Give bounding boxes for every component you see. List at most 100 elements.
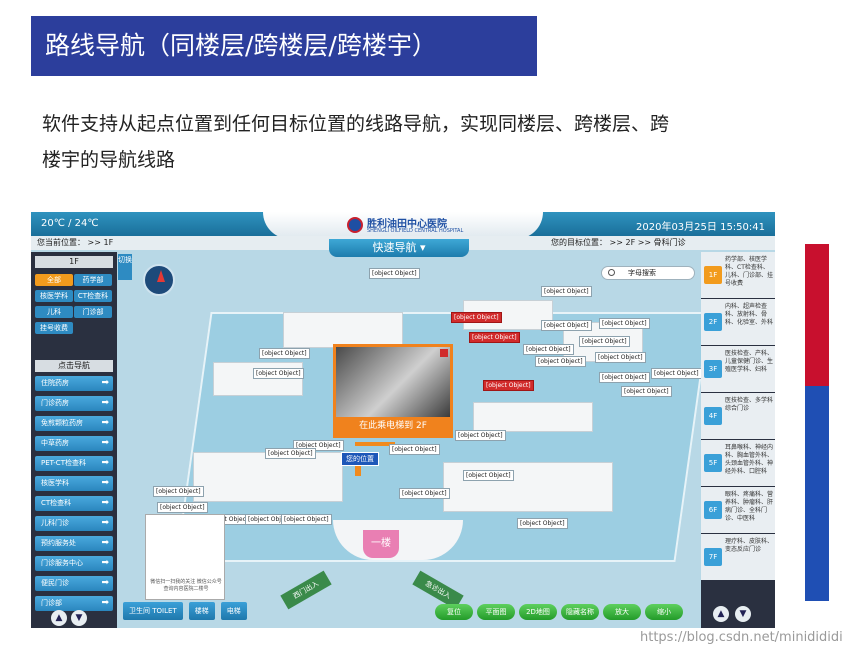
floor-item-1f[interactable]: 1F 药学部、核医学科、CT检查科、儿科、门诊部、挂号收费: [701, 252, 775, 298]
floor-item-4f[interactable]: 4F 医技检查、多学科综合门诊: [701, 393, 775, 439]
map-label[interactable]: [object Object]: [599, 318, 650, 329]
zoom-in-button[interactable]: 放大: [603, 604, 641, 620]
nav-item[interactable]: 预约服务处 ➡: [35, 536, 113, 551]
map-label[interactable]: [object Object]: [157, 502, 208, 513]
arrow-right-icon: ➡: [101, 518, 109, 528]
elevator-label[interactable]: [object Object]: [469, 332, 520, 343]
exit-sign-west: 西门出入: [280, 570, 332, 610]
map-label[interactable]: [object Object]: [621, 386, 672, 397]
map-label[interactable]: [object Object]: [153, 486, 204, 497]
elevator-label[interactable]: [object Object]: [483, 380, 534, 391]
arrow-right-icon: ➡: [101, 498, 109, 508]
nav-item[interactable]: 门诊部 ➡: [35, 596, 113, 611]
map-label[interactable]: [object Object]: [599, 372, 650, 383]
current-location: 您当前位置： >> 1F: [37, 238, 114, 247]
plan-view-button[interactable]: 平面图: [477, 604, 515, 620]
arrow-right-icon: ➡: [101, 598, 109, 608]
toilet-button[interactable]: 卫生间 TOILET: [123, 602, 183, 620]
filter-outpatient[interactable]: 门诊部: [74, 306, 112, 318]
map-label[interactable]: [object Object]: [389, 444, 440, 455]
filter-registration[interactable]: 挂号收费: [35, 322, 73, 334]
reset-button[interactable]: 复位: [435, 604, 473, 620]
nav-item[interactable]: CT检查科 ➡: [35, 496, 113, 511]
scroll-down-icon[interactable]: ▼: [71, 610, 87, 626]
elevator-button[interactable]: 电梯: [220, 602, 247, 620]
scroll-down-icon[interactable]: ▼: [735, 606, 751, 622]
scroll-up-icon[interactable]: ▲: [51, 610, 67, 626]
map-label[interactable]: [object Object]: [579, 336, 630, 347]
compass-icon[interactable]: [143, 264, 175, 296]
map-label[interactable]: [object Object]: [253, 368, 304, 379]
hide-names-button[interactable]: 隐藏名称: [561, 604, 599, 620]
floor-item-5f[interactable]: 5F 耳鼻喉科、神经内科、胸血管外科、头颈血管外科、神经外科、口腔科: [701, 440, 775, 486]
floor-item-3f[interactable]: 3F 医技检查、产科、儿童保健门诊、生殖医学科、妇科: [701, 346, 775, 392]
map-label[interactable]: [object Object]: [595, 352, 646, 363]
hospital-name-en: SHENGLI OILFIELD CENTRAL HOSPITAL: [367, 228, 464, 234]
close-icon[interactable]: [440, 349, 448, 357]
map-label[interactable]: [object Object]: [535, 356, 586, 367]
left-panel: 1F 全部 药学部核医学科 CT检查科儿科 门诊部挂号收费 点击导航 住院药房 ➡ 门诊…: [31, 252, 117, 628]
popup-caption: 在此乘电梯到 2F: [336, 417, 450, 435]
filter-nuclear[interactable]: 核医学科: [35, 290, 73, 302]
map-label[interactable]: [object Object]: [369, 268, 420, 279]
hospital-logo-icon: [347, 217, 363, 233]
stairs-button[interactable]: 楼梯: [188, 602, 215, 620]
scroll-up-icon[interactable]: ▲: [713, 606, 729, 622]
qr-code-box: 微信扫一扫我的关注 微信公众号查询内容医院二楼号: [145, 514, 225, 600]
arrow-right-icon: ➡: [101, 578, 109, 588]
left-scroll: ▲ ▼: [51, 610, 91, 626]
target-location: 您的目标位置： >> 2F >> 骨科门诊: [551, 238, 686, 247]
nav-item[interactable]: 门诊服务中心 ➡: [35, 556, 113, 571]
floor-item-6f[interactable]: 6F 眼科、疼痛科、营养科、肿瘤科、肝病门诊、全科门诊、中医科: [701, 487, 775, 533]
category-filters: 全部 药学部核医学科 CT检查科儿科 门诊部挂号收费: [35, 274, 115, 338]
nav-item[interactable]: 中草药房 ➡: [35, 436, 113, 451]
nav-item[interactable]: 门诊药房 ➡: [35, 396, 113, 411]
search-icon: [608, 269, 615, 276]
compass-needle: [157, 270, 165, 282]
slide-description: 软件支持从起点位置到任何目标位置的线路导航，实现同楼层、跨楼层、跨楼宇的导航线路: [42, 113, 670, 171]
nav-item[interactable]: 核医学科 ➡: [35, 476, 113, 491]
map-label[interactable]: [object Object]: [259, 348, 310, 359]
nav-item[interactable]: 住院药房 ➡: [35, 376, 113, 391]
room-block: [193, 452, 343, 502]
elevator-label[interactable]: [object Object]: [451, 312, 502, 323]
arrow-right-icon: ➡: [101, 478, 109, 488]
main-entrance: 一楼: [363, 530, 399, 558]
floor-item-2f[interactable]: 2F 内科、超声检查科、放射科、骨科、化验室、外科: [701, 299, 775, 345]
filter-all[interactable]: 全部: [35, 274, 73, 286]
map-label[interactable]: [object Object]: [651, 368, 702, 379]
arrow-right-icon: ➡: [101, 558, 109, 568]
hospital-logo-tab: 胜利油田中心医院 SHENGLI OILFIELD CENTRAL HOSPIT…: [263, 212, 543, 239]
nav-item[interactable]: 免煎颗粒药房 ➡: [35, 416, 113, 431]
map-label[interactable]: [object Object]: [463, 470, 514, 481]
floor-item-7f[interactable]: 7F 理疗科、皮肤科、变态反应门诊: [701, 534, 775, 580]
map-label[interactable]: [object Object]: [399, 488, 450, 499]
floor-indicator: 1F: [35, 256, 113, 268]
map-label[interactable]: [object Object]: [265, 448, 316, 459]
map-label[interactable]: [object Object]: [541, 286, 592, 297]
map-label[interactable]: [object Object]: [281, 514, 332, 525]
panel-toggle-tab[interactable]: 切换: [118, 254, 132, 280]
filter-ct[interactable]: CT检查科: [74, 290, 112, 302]
temperature: 20℃ / 24℃: [41, 218, 99, 229]
letter-search-input[interactable]: 字母搜索: [601, 266, 695, 280]
map-label[interactable]: [object Object]: [455, 430, 506, 441]
arrow-right-icon: ➡: [101, 398, 109, 408]
watermark: https://blog.csdn.net/minidididi: [640, 630, 843, 645]
filter-pediatrics[interactable]: 儿科: [35, 306, 73, 318]
current-position-marker: 您的位置: [341, 452, 379, 466]
map-label[interactable]: [object Object]: [517, 518, 568, 529]
search-placeholder: 字母搜索: [628, 269, 656, 277]
qr-text: 微信扫一扫我的关注 微信公众号查询内容医院二楼号: [150, 579, 222, 592]
map-2d-button[interactable]: 2D地图: [519, 604, 557, 620]
nav-item[interactable]: PET-CT检查科 ➡: [35, 456, 113, 471]
zoom-out-button[interactable]: 缩小: [645, 604, 683, 620]
map-label[interactable]: [object Object]: [541, 320, 592, 331]
map-label[interactable]: [object Object]: [523, 344, 574, 355]
nav-item[interactable]: 便民门诊 ➡: [35, 576, 113, 591]
nav-item[interactable]: 儿科门诊 ➡: [35, 516, 113, 531]
filter-pharmacy[interactable]: 药学部: [74, 274, 112, 286]
arrow-right-icon: ➡: [101, 458, 109, 468]
elevator-popup[interactable]: 在此乘电梯到 2F: [333, 344, 453, 438]
facility-buttons: 卫生间 TOILET 楼梯 电梯: [123, 602, 253, 620]
